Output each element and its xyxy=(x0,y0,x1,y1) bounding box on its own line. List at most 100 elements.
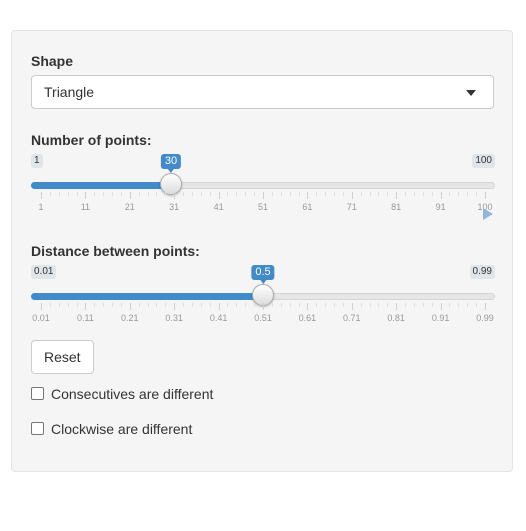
caret-down-icon xyxy=(466,90,476,96)
num-points-minor-tick xyxy=(103,192,105,196)
num-points-minor-tick xyxy=(422,192,424,196)
distance-minor-tick xyxy=(103,303,105,307)
distance-label: Distance between points: xyxy=(31,243,200,259)
distance-minor-tick xyxy=(289,303,291,307)
num-points-minor-tick xyxy=(120,192,122,196)
num-points-minor-tick xyxy=(369,192,371,196)
distance-minor-tick xyxy=(209,303,211,307)
num-points-minor-tick xyxy=(325,192,327,196)
distance-minor-tick xyxy=(413,303,415,307)
distance-minor-tick xyxy=(94,303,96,307)
num-points-minor-tick xyxy=(245,192,247,196)
shape-selected-value: Triangle xyxy=(44,84,95,100)
sidebar-panel: Shape Triangle Number of points: 1 100 3… xyxy=(11,30,513,472)
num-points-handle[interactable] xyxy=(160,173,183,195)
distance-minor-tick xyxy=(342,303,344,307)
num-points-slider[interactable]: 1 100 30 1 11 21 31 41 51 61 71 81 91 100 xyxy=(31,154,495,224)
consecutives-label: Consecutives are different xyxy=(51,386,214,402)
distance-minor-tick xyxy=(120,303,122,307)
num-points-minor-tick xyxy=(449,192,451,196)
num-points-tick xyxy=(218,192,220,199)
distance-minor-tick xyxy=(369,303,371,307)
distance-tick-label: 0.99 xyxy=(476,313,494,323)
num-points-minor-tick xyxy=(254,192,256,196)
shape-select[interactable]: Triangle xyxy=(31,75,494,109)
distance-minor-tick xyxy=(387,303,389,307)
num-points-tick xyxy=(174,192,176,199)
distance-slider[interactable]: 0.01 0.99 0.5 0.01 0.11 0.21 0.31 0.41 0.51 0.… xyxy=(31,265,495,335)
num-points-tick-label: 91 xyxy=(435,202,446,212)
distance-minor-tick xyxy=(325,303,327,307)
num-points-minor-tick xyxy=(67,192,69,196)
num-points-minor-tick xyxy=(112,192,114,196)
distance-tick-label: 0.01 xyxy=(32,313,50,323)
distance-minor-tick xyxy=(76,303,78,307)
distance-minor-tick xyxy=(49,303,51,307)
distance-minor-tick xyxy=(449,303,451,307)
distance-minor-tick xyxy=(138,303,140,307)
distance-min-label: 0.01 xyxy=(31,265,57,279)
distance-minor-tick xyxy=(458,303,460,307)
clockwise-checkbox[interactable] xyxy=(31,422,44,435)
distance-minor-tick xyxy=(334,303,336,307)
num-points-minor-tick xyxy=(183,192,185,196)
num-points-minor-tick xyxy=(147,192,149,196)
num-points-min-label: 1 xyxy=(31,154,43,168)
num-points-minor-tick xyxy=(49,192,51,196)
distance-tick-label: 0.41 xyxy=(209,313,228,323)
distance-minor-tick xyxy=(227,303,229,307)
distance-minor-tick xyxy=(112,303,114,307)
num-points-tick xyxy=(129,192,131,199)
distance-minor-tick xyxy=(67,303,69,307)
num-points-minor-tick xyxy=(476,192,478,196)
num-points-tick xyxy=(351,192,353,199)
distance-tick xyxy=(129,303,131,310)
distance-minor-tick xyxy=(58,303,60,307)
num-points-tick xyxy=(263,192,264,199)
distance-tick-label: 0.11 xyxy=(76,313,94,323)
distance-minor-tick xyxy=(271,303,273,307)
distance-minor-tick xyxy=(431,303,433,307)
num-points-minor-tick xyxy=(467,192,469,196)
num-points-minor-tick xyxy=(413,192,415,196)
num-points-minor-tick xyxy=(387,192,389,196)
num-points-value-label: 30 xyxy=(160,154,182,173)
num-points-minor-tick xyxy=(94,192,96,196)
num-points-minor-tick xyxy=(342,192,344,196)
num-points-tick-label: 41 xyxy=(213,202,224,212)
distance-minor-tick xyxy=(183,303,185,307)
num-points-tick-label: 21 xyxy=(124,202,135,212)
distance-tick xyxy=(351,303,353,310)
num-points-tick xyxy=(485,192,486,199)
num-points-minor-tick xyxy=(58,192,60,196)
distance-minor-tick xyxy=(280,303,282,307)
num-points-minor-tick xyxy=(458,192,460,196)
distance-minor-tick xyxy=(156,303,158,307)
num-points-minor-tick xyxy=(209,192,211,196)
distance-fill xyxy=(31,293,263,300)
num-points-tick xyxy=(307,192,309,199)
num-points-tick-label: 71 xyxy=(346,202,357,212)
num-points-minor-tick xyxy=(165,192,167,196)
num-points-tick xyxy=(396,192,398,199)
num-points-tick-label: 11 xyxy=(80,202,91,212)
num-points-minor-tick xyxy=(298,192,300,196)
consecutives-checkbox[interactable] xyxy=(31,387,44,400)
play-icon[interactable] xyxy=(482,208,494,220)
num-points-max-label: 100 xyxy=(472,154,495,168)
num-points-minor-tick xyxy=(316,192,318,196)
num-points-minor-tick xyxy=(76,192,78,196)
distance-value-label: 0.5 xyxy=(251,265,275,284)
clockwise-label: Clockwise are different xyxy=(51,421,193,437)
distance-tick-label: 0.31 xyxy=(165,313,183,323)
num-points-tick xyxy=(41,192,42,199)
distance-minor-tick xyxy=(254,303,256,307)
num-points-tick-label: 51 xyxy=(257,202,269,212)
num-points-label: Number of points: xyxy=(31,132,152,148)
num-points-minor-tick xyxy=(236,192,238,196)
num-points-fill xyxy=(31,182,172,189)
num-points-tick xyxy=(440,192,442,199)
distance-tick xyxy=(263,303,264,310)
reset-button[interactable]: Reset xyxy=(31,340,94,374)
num-points-tick-label: 31 xyxy=(169,202,180,212)
